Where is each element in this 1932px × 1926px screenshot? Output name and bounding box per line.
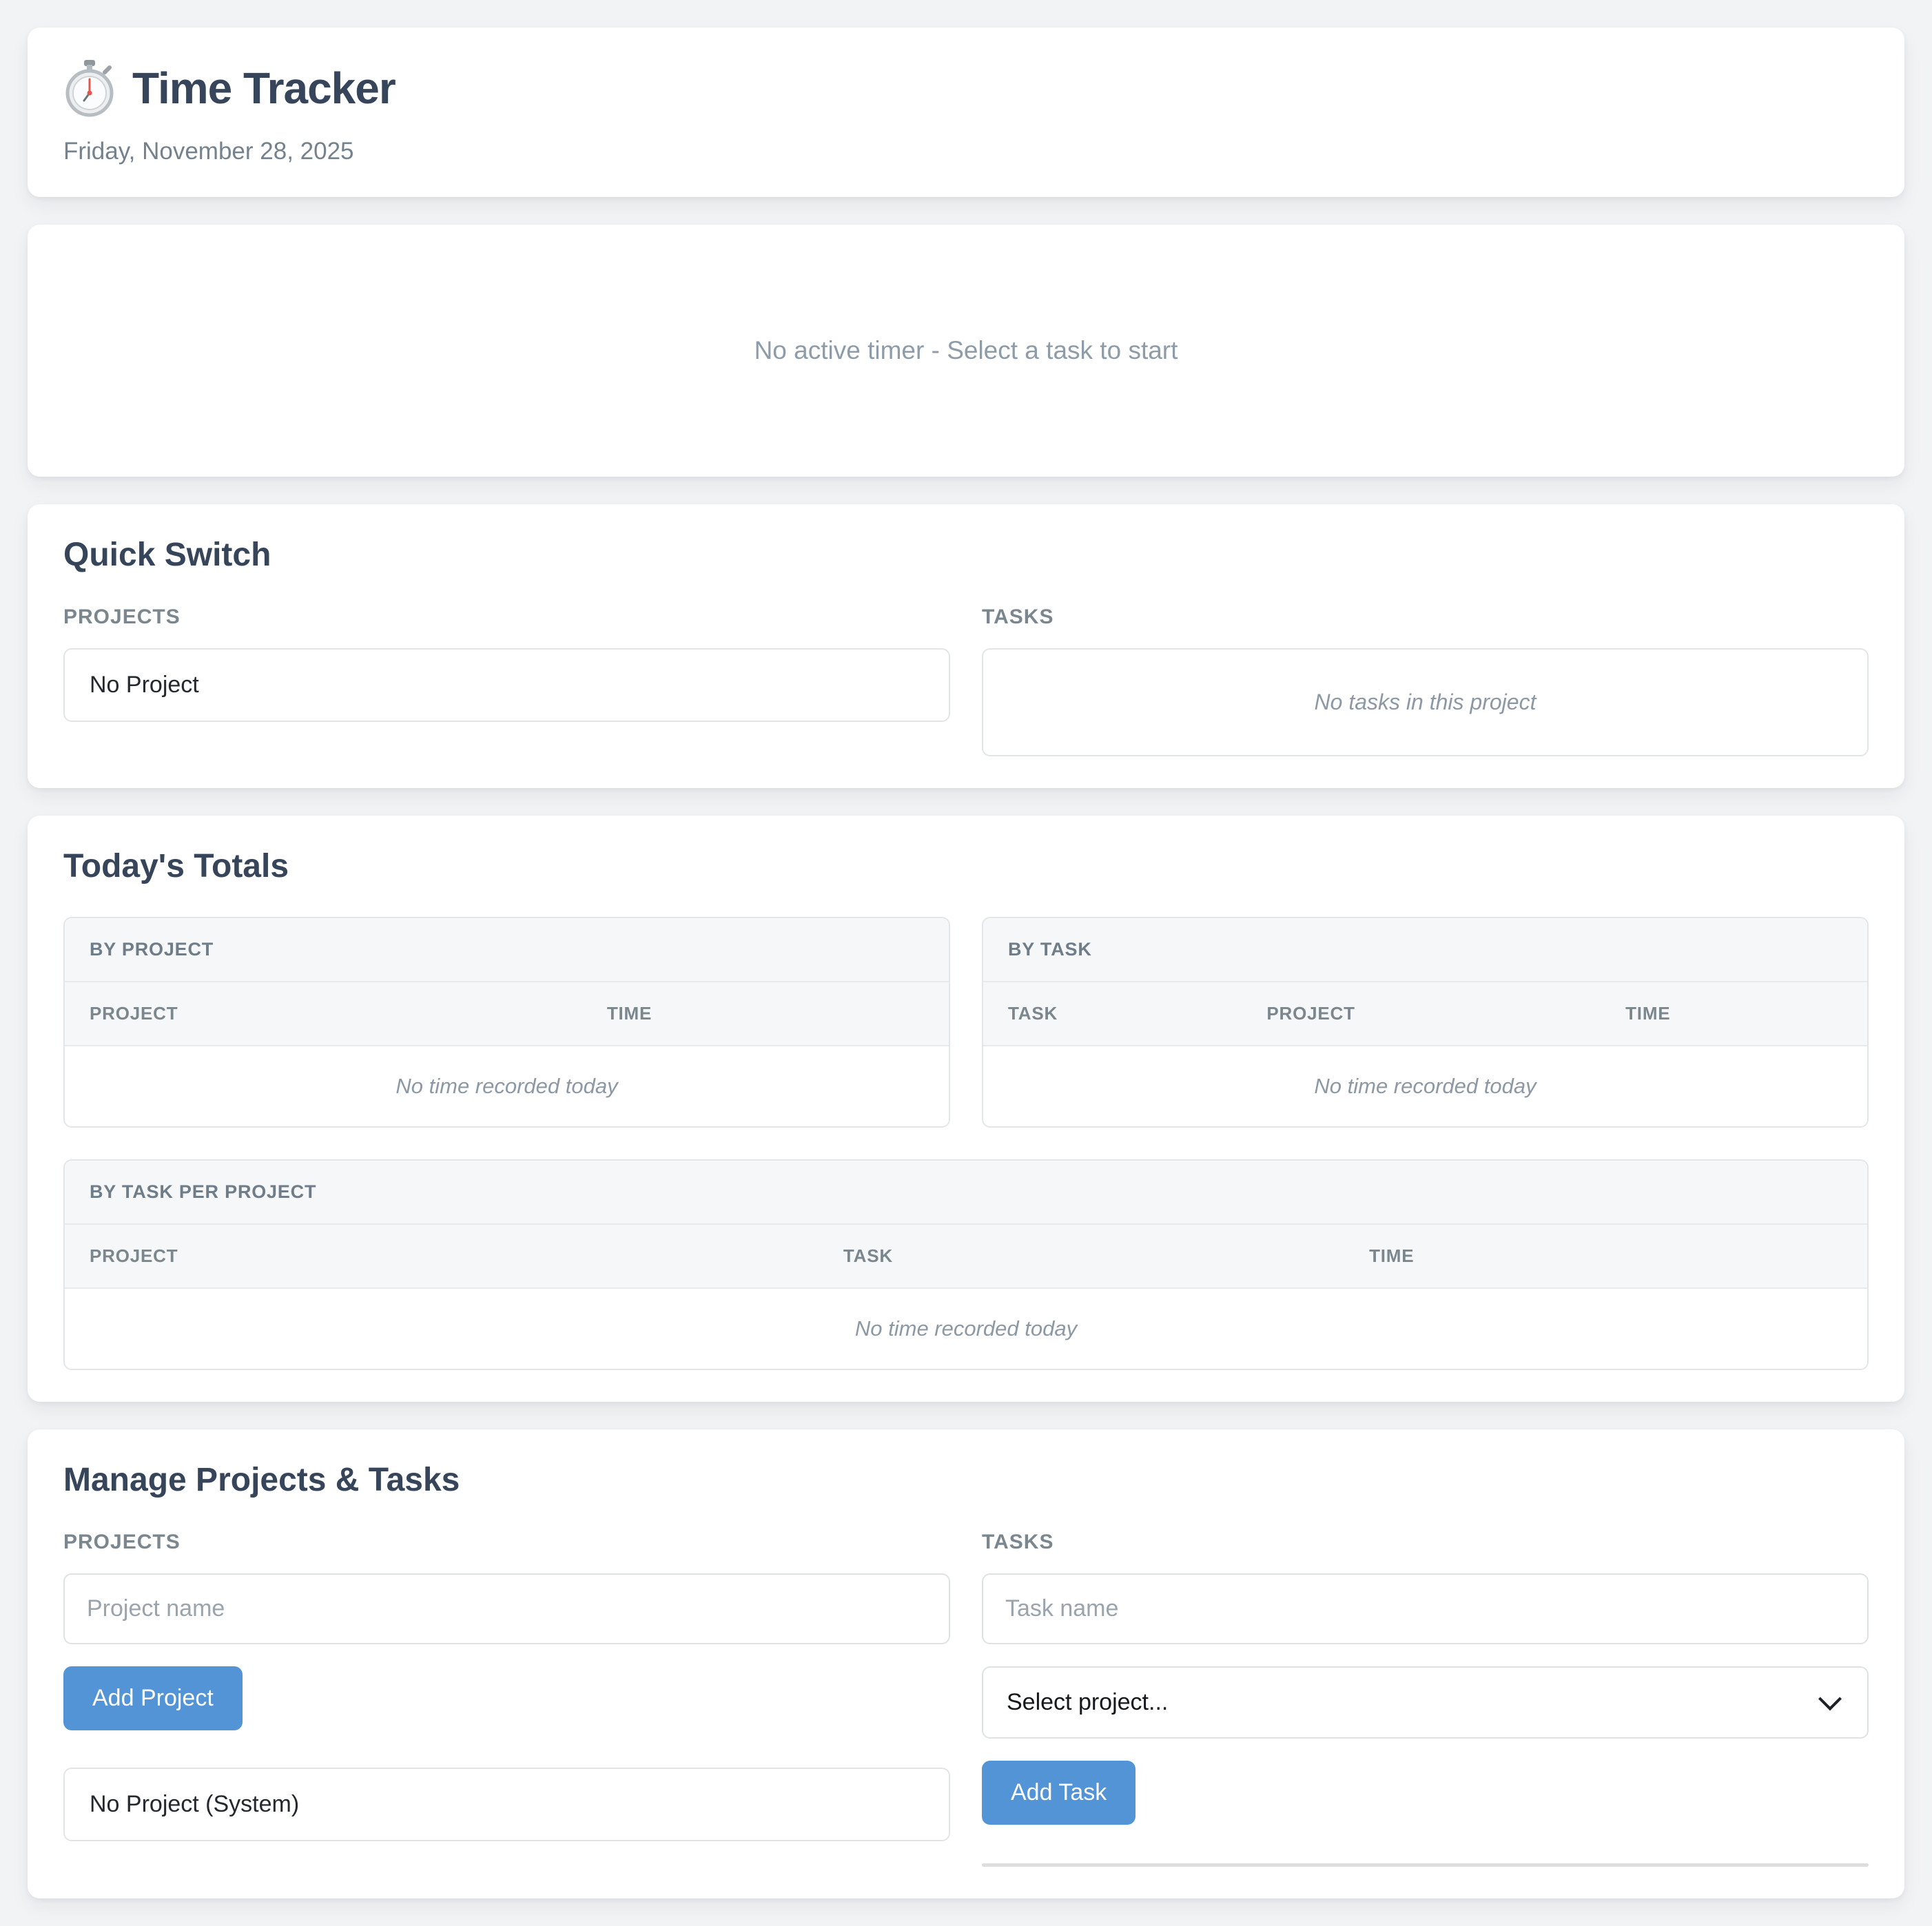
add-project-button[interactable]: Add Project	[63, 1666, 243, 1730]
by-task-panel-title: BY TASK	[983, 918, 1867, 981]
todays-totals-card: Today's Totals BY PROJECT PROJECT TIME N…	[28, 816, 1904, 1402]
manage-card: Manage Projects & Tasks PROJECTS Add Pro…	[28, 1429, 1904, 1898]
by-project-header-row: PROJECT TIME	[65, 981, 949, 1046]
app-title: Time Tracker	[132, 63, 395, 114]
column-header-time: TIME	[607, 1003, 924, 1024]
by-task-per-project-empty-row: No time recorded today	[65, 1289, 1867, 1369]
current-date: Friday, November 28, 2025	[63, 138, 1869, 165]
task-list-divider	[982, 1863, 1869, 1867]
manage-project-list: No Project (System)	[63, 1768, 950, 1841]
project-select-value: Select project...	[1007, 1689, 1168, 1716]
manage-projects-column: PROJECTS Add Project No Project (System)	[63, 1531, 950, 1841]
timer-empty-message: No active timer - Select a task to start	[754, 336, 1178, 365]
projects-label: PROJECTS	[63, 605, 950, 629]
column-header-project: PROJECT	[90, 1245, 843, 1267]
by-project-empty-row: No time recorded today	[65, 1046, 949, 1126]
project-name-input[interactable]	[63, 1573, 950, 1644]
column-header-task: TASK	[843, 1245, 1369, 1267]
header-title-row: Time Tracker	[63, 59, 1869, 117]
tasks-empty-message: No tasks in this project	[1315, 690, 1537, 715]
quick-switch-task-list: No tasks in this project	[982, 648, 1869, 756]
column-header-project: PROJECT	[90, 1003, 607, 1024]
todays-totals-title: Today's Totals	[63, 847, 1869, 885]
tasks-label: TASKS	[982, 605, 1869, 629]
project-list-item-no-project-system: No Project (System)	[65, 1769, 949, 1840]
by-task-panel: BY TASK TASK PROJECT TIME No time record…	[982, 917, 1869, 1128]
quick-switch-title: Quick Switch	[63, 536, 1869, 574]
project-select[interactable]: Select project...	[982, 1666, 1869, 1739]
quick-switch-projects-column: PROJECTS No Project	[63, 605, 950, 722]
active-timer-card: No active timer - Select a task to start	[28, 225, 1904, 477]
by-task-header-row: TASK PROJECT TIME	[983, 981, 1867, 1046]
tasks-label: TASKS	[982, 1531, 1869, 1554]
by-task-empty-row: No time recorded today	[983, 1046, 1867, 1126]
stopwatch-icon	[63, 59, 116, 117]
column-header-time: TIME	[1625, 1003, 1842, 1024]
quick-switch-tasks-column: TASKS No tasks in this project	[982, 605, 1869, 756]
by-task-per-project-panel: BY TASK PER PROJECT PROJECT TASK TIME No…	[63, 1159, 1869, 1370]
projects-label: PROJECTS	[63, 1531, 950, 1554]
chevron-down-icon	[1818, 1687, 1842, 1710]
manage-tasks-column: TASKS Select project... Add Task	[982, 1531, 1869, 1867]
quick-switch-project-list: No Project	[63, 648, 950, 722]
task-name-input[interactable]	[982, 1573, 1869, 1644]
add-task-button[interactable]: Add Task	[982, 1761, 1135, 1825]
project-list-item-no-project[interactable]: No Project	[65, 650, 949, 721]
by-task-per-project-panel-title: BY TASK PER PROJECT	[65, 1161, 1867, 1223]
header-card: Time Tracker Friday, November 28, 2025	[28, 28, 1904, 197]
quick-switch-card: Quick Switch PROJECTS No Project TASKS N…	[28, 504, 1904, 788]
by-project-panel-title: BY PROJECT	[65, 918, 949, 981]
by-task-per-project-header-row: PROJECT TASK TIME	[65, 1223, 1867, 1289]
column-header-task: TASK	[1008, 1003, 1266, 1024]
column-header-project: PROJECT	[1266, 1003, 1625, 1024]
column-header-time: TIME	[1369, 1245, 1842, 1267]
manage-title: Manage Projects & Tasks	[63, 1461, 1869, 1499]
by-project-panel: BY PROJECT PROJECT TIME No time recorded…	[63, 917, 950, 1128]
